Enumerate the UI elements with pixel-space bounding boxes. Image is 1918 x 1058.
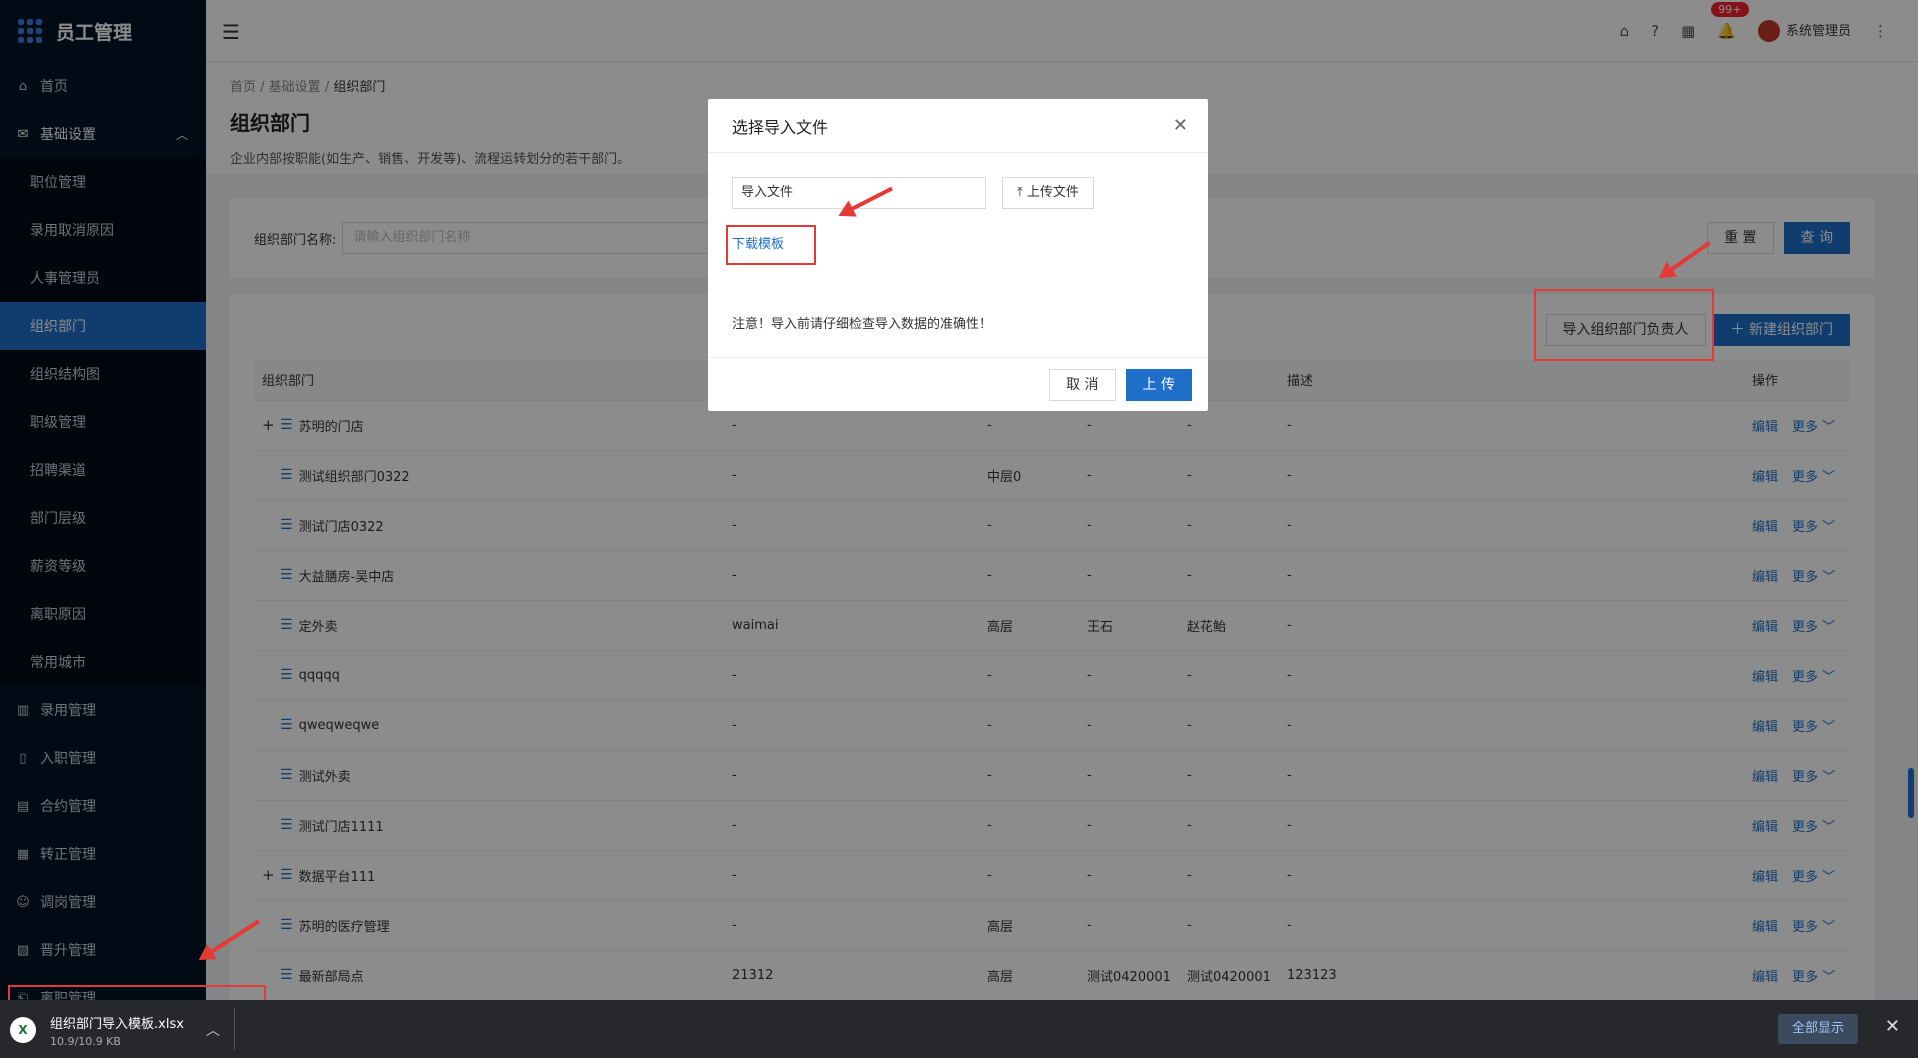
download-item[interactable]: X 组织部门导入模板.xlsx 10.9/10.9 KB xyxy=(10,1008,230,1052)
upload-icon: ⤒ xyxy=(1017,185,1027,200)
excel-file-icon: X xyxy=(10,1017,36,1043)
divider xyxy=(234,1008,235,1050)
download-size: 10.9/10.9 KB xyxy=(50,1034,121,1048)
download-template-link[interactable]: 下载模板 xyxy=(726,225,816,265)
download-filename: 组织部门导入模板.xlsx xyxy=(50,1016,184,1032)
modal-title: 选择导入文件 xyxy=(732,117,829,137)
close-icon[interactable]: ✕ xyxy=(1173,115,1188,136)
chevron-up-icon[interactable]: ︿ xyxy=(206,1020,220,1040)
import-modal: 选择导入文件 ✕ 导入文件 ⤒ 上传文件 下载模板 注意！导入前请仔细检查导入数… xyxy=(708,99,1208,411)
upload-submit-button[interactable]: 上 传 xyxy=(1125,368,1192,401)
annotation-box-import xyxy=(1534,289,1714,361)
import-notice: 注意！导入前请仔细检查导入数据的准确性！ xyxy=(732,317,993,332)
show-all-button[interactable]: 全部显示 xyxy=(1777,1014,1858,1044)
upload-file-button[interactable]: ⤒ 上传文件 xyxy=(1002,177,1094,209)
close-download-bar-icon[interactable]: ✕ xyxy=(1885,1016,1900,1037)
upload-file-label: 上传文件 xyxy=(1026,185,1079,200)
cancel-button[interactable]: 取 消 xyxy=(1049,368,1116,401)
download-bar: X 组织部门导入模板.xlsx 10.9/10.9 KB ︿ 全部显示 ✕ xyxy=(0,1000,1918,1058)
